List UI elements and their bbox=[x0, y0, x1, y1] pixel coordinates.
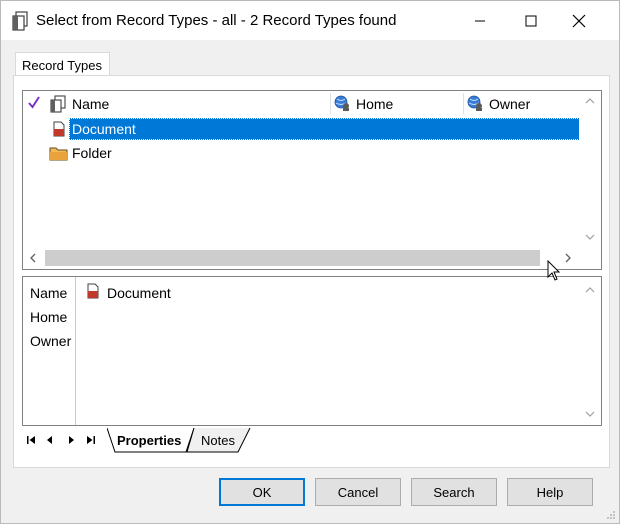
grid-header: Name Home Owner bbox=[23, 91, 580, 116]
help-button[interactable]: Help bbox=[507, 478, 593, 506]
column-separator bbox=[463, 93, 464, 114]
close-icon bbox=[572, 14, 586, 27]
vertical-scrollbar[interactable] bbox=[579, 91, 601, 249]
next-icon bbox=[69, 436, 74, 444]
checkmark-icon[interactable] bbox=[28, 96, 40, 110]
globe-users-icon bbox=[467, 95, 482, 111]
tab-properties[interactable]: Properties bbox=[117, 433, 181, 448]
last-tab-button[interactable] bbox=[84, 433, 98, 447]
record-type-icon bbox=[50, 95, 66, 113]
window-title: Select from Record Types - all - 2 Recor… bbox=[36, 12, 397, 29]
column-header-name[interactable]: Name bbox=[72, 96, 109, 112]
chevron-left-icon[interactable] bbox=[29, 253, 37, 263]
minimize-icon bbox=[475, 20, 485, 21]
record-types-grid[interactable]: Name Home Owner Document Folder bbox=[22, 90, 602, 270]
tab-strip: Record Types bbox=[13, 52, 610, 77]
chevron-down-icon[interactable] bbox=[585, 233, 595, 241]
search-button[interactable]: Search bbox=[411, 478, 497, 506]
properties-tab-navigation: Properties Notes bbox=[22, 428, 602, 453]
ok-button[interactable]: OK bbox=[219, 478, 305, 506]
table-row[interactable]: Folder bbox=[23, 142, 580, 164]
chevron-down-icon[interactable] bbox=[585, 410, 595, 418]
minimize-button[interactable] bbox=[457, 1, 503, 40]
globe-users-icon bbox=[334, 95, 349, 111]
close-button[interactable] bbox=[556, 1, 602, 40]
row-selection-highlight bbox=[69, 118, 580, 140]
chevron-up-icon[interactable] bbox=[585, 286, 595, 294]
maximize-icon bbox=[525, 15, 537, 26]
resize-grip-icon[interactable] bbox=[606, 510, 616, 520]
row-name: Folder bbox=[72, 145, 112, 161]
column-separator bbox=[330, 93, 331, 114]
first-icon bbox=[27, 436, 35, 444]
scrollbar-corner bbox=[579, 247, 601, 269]
previous-tab-button[interactable] bbox=[43, 433, 57, 447]
column-header-owner[interactable]: Owner bbox=[489, 96, 530, 112]
column-header-home[interactable]: Home bbox=[356, 96, 393, 112]
maximize-button[interactable] bbox=[508, 1, 554, 40]
properties-pane: Name Home Owner Document bbox=[22, 276, 602, 426]
chevron-up-icon[interactable] bbox=[585, 97, 595, 105]
last-icon bbox=[87, 436, 95, 444]
cancel-button[interactable]: Cancel bbox=[315, 478, 401, 506]
first-tab-button[interactable] bbox=[24, 433, 38, 447]
horizontal-scrollbar[interactable] bbox=[23, 247, 580, 269]
previous-icon bbox=[47, 436, 52, 444]
document-icon bbox=[53, 121, 65, 137]
next-tab-button[interactable] bbox=[64, 433, 78, 447]
properties-vertical-scrollbar[interactable] bbox=[579, 277, 601, 425]
property-label-owner: Owner bbox=[30, 333, 72, 349]
table-row[interactable]: Document bbox=[23, 118, 580, 140]
mouse-cursor-icon bbox=[547, 260, 561, 281]
property-label-home: Home bbox=[30, 309, 68, 325]
dialog-window: Select from Record Types - all - 2 Recor… bbox=[0, 0, 620, 524]
chevron-right-icon[interactable] bbox=[564, 253, 572, 263]
folder-icon bbox=[49, 147, 68, 161]
document-icon bbox=[87, 283, 99, 299]
row-name: Document bbox=[72, 121, 136, 137]
record-type-icon bbox=[12, 11, 28, 31]
property-label-name: Name bbox=[30, 285, 68, 301]
title-bar[interactable]: Select from Record Types - all - 2 Recor… bbox=[1, 1, 619, 40]
horizontal-scroll-thumb[interactable] bbox=[45, 250, 540, 266]
property-labels: Name Home Owner bbox=[23, 277, 76, 425]
tab-notes[interactable]: Notes bbox=[201, 433, 235, 448]
tab-record-types[interactable]: Record Types bbox=[15, 52, 110, 77]
property-value-name: Document bbox=[107, 285, 171, 301]
